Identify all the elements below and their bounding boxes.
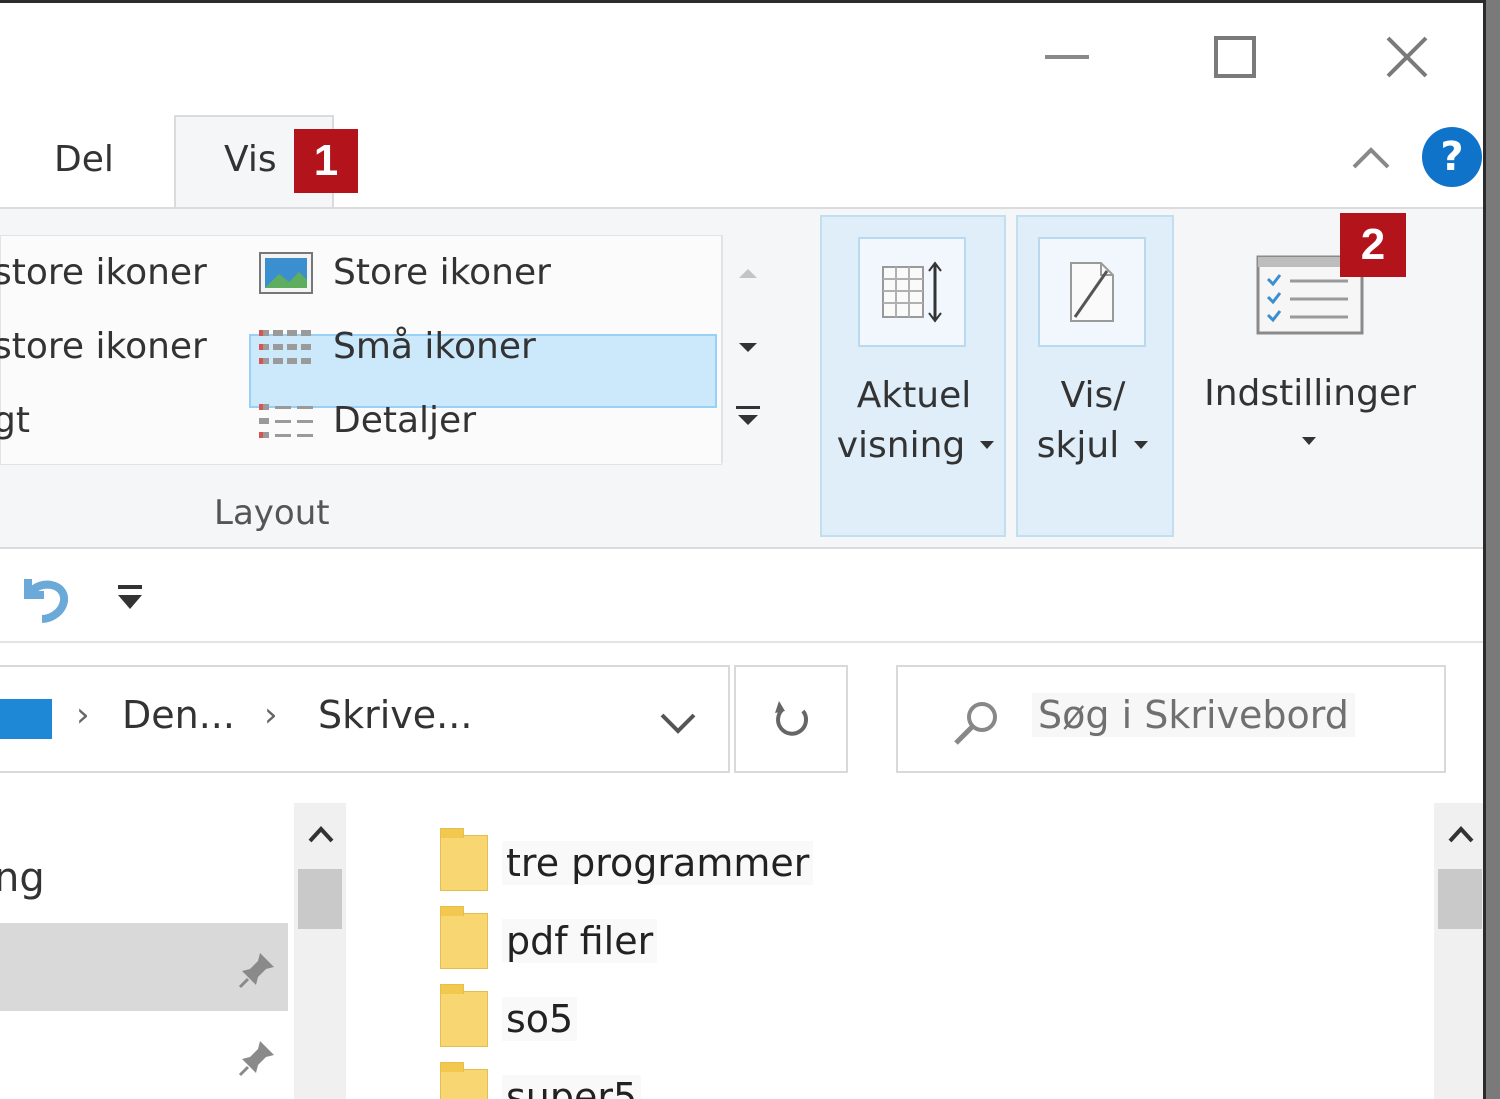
search-icon — [954, 702, 997, 745]
folder-icon — [440, 984, 488, 1047]
folder-icon — [440, 906, 488, 969]
file-scroll-thumb[interactable] — [1438, 869, 1482, 929]
layout-gallery-scroll — [722, 235, 773, 463]
quick-access-toolbar — [0, 549, 1483, 643]
breadcrumb-this-pc[interactable]: Den... — [122, 693, 235, 737]
step-badge-1: 1 — [294, 129, 358, 193]
show-hide-button[interactable]: Vis/ skjul — [1016, 215, 1174, 537]
options-dropdown-icon — [1302, 437, 1316, 445]
layout-group-label: Layout — [214, 493, 330, 533]
tab-view-label: Vis — [224, 139, 277, 180]
list-item[interactable]: pdf filer — [440, 906, 658, 971]
maximize-button[interactable] — [1200, 25, 1270, 89]
list-item[interactable]: tre programmer — [440, 828, 814, 893]
layout-details[interactable]: Detaljer — [333, 400, 476, 441]
pin-icon — [238, 953, 274, 989]
undo-icon[interactable] — [14, 569, 74, 625]
folder-icon — [440, 1062, 488, 1099]
collapse-ribbon-button[interactable] — [1346, 137, 1396, 177]
sort-columns-icon — [882, 261, 942, 323]
nav-item-quick-access[interactable]: ng — [0, 855, 45, 901]
minimize-icon — [1045, 55, 1089, 59]
pin-icon[interactable] — [238, 1037, 278, 1077]
current-view-label-2: visning — [836, 425, 966, 466]
breadcrumb-separator-icon: › — [76, 695, 90, 735]
desktop-folder-icon — [0, 699, 52, 739]
explorer-window: Del Vis 1 ? store ikoner store ikoner gt… — [0, 0, 1486, 1099]
layout-small-icons: Små ikoner — [333, 326, 536, 367]
tab-share[interactable]: Del — [54, 139, 114, 180]
small-icons-icon — [259, 330, 311, 364]
current-view-icon-box — [858, 237, 966, 347]
chevron-up-icon — [1352, 147, 1390, 169]
gallery-expand-icon[interactable] — [734, 403, 762, 435]
minimize-button[interactable] — [1032, 25, 1102, 89]
list-item[interactable]: super5 — [440, 1062, 642, 1099]
layout-gallery: store ikoner store ikoner gt Store ikone… — [0, 235, 722, 465]
search-box[interactable]: Søg i Skrivebord — [896, 665, 1446, 773]
large-icons-icon — [259, 252, 313, 294]
current-view-dropdown-icon — [980, 441, 994, 449]
show-hide-icon-box — [1038, 237, 1146, 347]
file-name: pdf filer — [502, 919, 658, 963]
scroll-up-icon[interactable] — [1446, 823, 1476, 847]
customize-toolbar-icon[interactable] — [112, 581, 148, 617]
breadcrumb-desktop[interactable]: Skrive... — [318, 693, 472, 737]
help-button[interactable]: ? — [1422, 127, 1482, 187]
current-view-button[interactable]: Aktuel visning — [820, 215, 1006, 537]
gallery-down-icon[interactable] — [736, 339, 760, 355]
refresh-icon — [775, 701, 809, 736]
options-label: Indstillinger — [1204, 373, 1416, 414]
file-name: tre programmer — [502, 841, 814, 885]
layout-extra-large-icons[interactable]: store ikoner — [0, 252, 207, 293]
show-hide-label-2: skjul — [1036, 425, 1120, 466]
folder-icon — [440, 828, 488, 891]
scroll-up-icon[interactable] — [306, 823, 336, 847]
gallery-up-icon[interactable] — [736, 265, 760, 281]
nav-item-selected[interactable] — [0, 923, 288, 1011]
list-item[interactable]: so5 — [440, 984, 578, 1049]
close-icon — [1386, 36, 1428, 78]
step-badge-2: 2 — [1340, 213, 1406, 277]
nav-pane-scrollbar[interactable] — [294, 803, 346, 1099]
file-name: super5 — [502, 1075, 642, 1099]
breadcrumb-separator-icon: › — [264, 695, 278, 735]
layout-list[interactable]: gt — [0, 400, 30, 441]
show-hide-dropdown-icon — [1134, 441, 1148, 449]
desktop-background — [1486, 0, 1500, 1099]
maximize-icon — [1214, 36, 1256, 78]
current-view-label-1: Aktuel — [856, 375, 972, 416]
address-history-icon[interactable] — [658, 709, 698, 737]
file-name: so5 — [502, 997, 578, 1041]
search-placeholder: Søg i Skrivebord — [1032, 693, 1355, 737]
refresh-button[interactable] — [734, 665, 848, 773]
details-icon — [259, 404, 313, 438]
close-button[interactable] — [1372, 25, 1442, 89]
layout-medium-icons[interactable]: store ikoner — [0, 326, 207, 367]
ribbon-view: store ikoner store ikoner gt Store ikone… — [0, 207, 1483, 549]
show-hide-icon — [1070, 262, 1114, 322]
show-hide-label-1: Vis/ — [1060, 375, 1126, 416]
layout-large-icons[interactable]: Store ikoner — [333, 252, 551, 293]
nav-scroll-thumb[interactable] — [298, 869, 342, 929]
file-list-scrollbar[interactable] — [1434, 803, 1483, 1099]
